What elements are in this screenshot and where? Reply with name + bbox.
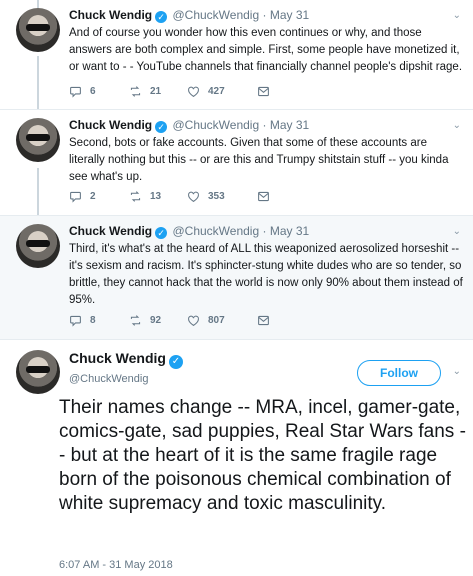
- tweet-1[interactable]: Chuck Wendig ✓ @ChuckWendig · May 31 ⌄ An…: [0, 0, 473, 110]
- retweet-icon: [130, 315, 141, 326]
- tweet-text: Third, it's what's at the heard of ALL t…: [69, 243, 463, 306]
- like-count: 353: [208, 191, 225, 202]
- author-handle[interactable]: @ChuckWendig: [172, 224, 259, 238]
- reply-count: 2: [90, 191, 96, 202]
- author-handle[interactable]: @ChuckWendig: [172, 8, 259, 22]
- retweet-count: 13: [150, 191, 162, 202]
- verified-badge-icon: ✓: [155, 11, 168, 23]
- reply-button[interactable]: 2: [69, 190, 96, 203]
- tweet-2[interactable]: Chuck Wendig ✓ @ChuckWendig · May 31 ⌄ Se…: [0, 110, 473, 216]
- author-name[interactable]: Chuck Wendig: [69, 8, 152, 22]
- like-count: 807: [208, 315, 225, 326]
- direct-message-icon: [258, 191, 269, 202]
- tweet-date[interactable]: May 31: [270, 224, 309, 238]
- tweet-thread: Chuck Wendig ✓ @ChuckWendig · May 31 ⌄ An…: [0, 0, 473, 576]
- reply-count: 6: [90, 86, 96, 97]
- avatar[interactable]: [16, 8, 60, 52]
- retweet-icon: [130, 191, 141, 202]
- separator-dot: ·: [262, 224, 267, 238]
- direct-message-button[interactable]: [257, 190, 270, 203]
- retweet-icon: [130, 86, 141, 97]
- separator-dot: ·: [262, 8, 267, 22]
- author-handle[interactable]: @ChuckWendig: [172, 118, 259, 132]
- retweet-count: 92: [150, 315, 162, 326]
- reply-button[interactable]: 8: [69, 314, 96, 327]
- avatar[interactable]: [16, 118, 60, 162]
- like-button[interactable]: 427: [187, 85, 225, 98]
- verified-badge-icon: ✓: [155, 227, 168, 239]
- retweet-button[interactable]: 13: [129, 190, 161, 203]
- tweet-date[interactable]: May 31: [270, 8, 309, 22]
- avatar[interactable]: [16, 350, 60, 394]
- chevron-down-icon[interactable]: ⌄: [453, 366, 461, 377]
- tweet-header: Chuck Wendig ✓ @ChuckWendig · May 31: [69, 8, 309, 23]
- reply-icon: [70, 315, 81, 327]
- separator-dot: ·: [262, 118, 267, 132]
- follow-button[interactable]: Follow: [357, 360, 441, 386]
- heart-icon: [188, 191, 199, 202]
- reply-count: 8: [90, 315, 96, 326]
- chevron-down-icon[interactable]: ⌄: [453, 226, 461, 237]
- chevron-down-icon[interactable]: ⌄: [453, 10, 461, 21]
- tweet-3[interactable]: Chuck Wendig ✓ @ChuckWendig · May 31 ⌄ Th…: [0, 216, 473, 340]
- direct-message-button[interactable]: [257, 85, 270, 98]
- chevron-down-icon[interactable]: ⌄: [453, 120, 461, 131]
- author-name[interactable]: Chuck Wendig: [69, 224, 152, 238]
- verified-badge-icon: ✓: [155, 121, 168, 133]
- tweet-text: Second, bots or fake accounts. Given tha…: [69, 137, 449, 183]
- author-name[interactable]: Chuck Wendig: [69, 350, 166, 366]
- like-count: 427: [208, 86, 225, 97]
- tweet-timestamp[interactable]: 6:07 AM - 31 May 2018: [59, 559, 173, 571]
- like-button[interactable]: 807: [187, 314, 225, 327]
- direct-message-icon: [258, 86, 269, 97]
- direct-message-icon: [258, 315, 269, 326]
- author-name[interactable]: Chuck Wendig: [69, 118, 152, 132]
- tweet-text: And of course you wonder how this even c…: [69, 27, 463, 73]
- tweet-header: Chuck Wendig ✓ @ChuckWendig · May 31: [69, 224, 309, 239]
- direct-message-button[interactable]: [257, 314, 270, 327]
- reply-icon: [70, 191, 81, 203]
- author-handle[interactable]: @ChuckWendig: [69, 373, 185, 385]
- main-tweet[interactable]: Chuck Wendig ✓ @ChuckWendig Follow ⌄ Thei…: [0, 340, 473, 576]
- retweet-button[interactable]: 21: [129, 85, 161, 98]
- tweet-header: Chuck Wendig ✓ @ChuckWendig · May 31: [69, 118, 309, 133]
- verified-badge-icon: ✓: [168, 355, 183, 369]
- reply-icon: [70, 86, 81, 98]
- retweet-count: 21: [150, 86, 162, 97]
- tweet-date[interactable]: May 31: [270, 118, 309, 132]
- main-tweet-text: Their names change -- MRA, incel, gamer-…: [59, 397, 466, 514]
- retweet-button[interactable]: 92: [129, 314, 161, 327]
- reply-button[interactable]: 6: [69, 85, 96, 98]
- avatar[interactable]: [16, 224, 60, 268]
- like-button[interactable]: 353: [187, 190, 225, 203]
- main-tweet-header: Chuck Wendig ✓ @ChuckWendig: [69, 350, 185, 385]
- heart-icon: [188, 86, 199, 97]
- heart-icon: [188, 315, 199, 326]
